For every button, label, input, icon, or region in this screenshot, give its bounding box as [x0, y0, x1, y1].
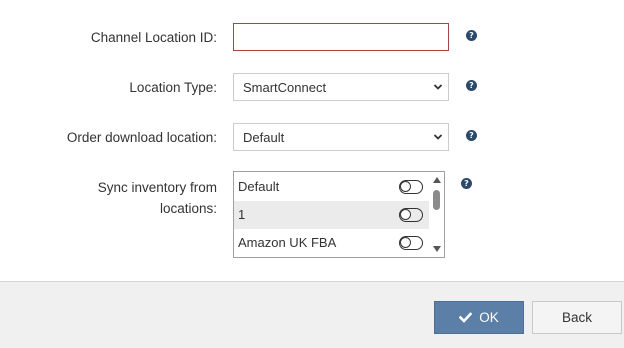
- channel-location-id-help-icon[interactable]: ?: [466, 30, 477, 41]
- sync-inventory-help-icon[interactable]: ?: [461, 178, 472, 189]
- order-download-location-help-icon[interactable]: ?: [466, 130, 477, 141]
- list-item-label: Amazon UK FBA: [238, 235, 337, 250]
- channel-location-id-input[interactable]: [233, 23, 449, 51]
- ok-button-label: OK: [479, 310, 499, 325]
- sync-toggle-1[interactable]: [399, 208, 423, 222]
- list-item-label: Default: [238, 179, 280, 194]
- back-button[interactable]: Back: [532, 301, 622, 334]
- chevron-down-icon: [433, 84, 443, 90]
- sync-inventory-label-line2: locations:: [159, 201, 217, 216]
- list-item-amazon-uk-fba[interactable]: Amazon UK FBA: [234, 229, 429, 257]
- sync-inventory-label: Sync inventory from locations:: [98, 177, 217, 219]
- scroll-down-arrow-icon[interactable]: [433, 246, 441, 252]
- sync-toggle-default[interactable]: [399, 180, 423, 194]
- form-area: Channel Location ID: ? Location Type: Sm…: [0, 0, 624, 281]
- ok-button[interactable]: OK: [434, 301, 524, 334]
- sync-inventory-listbox[interactable]: Default 1 Amazon UK FBA: [233, 171, 445, 258]
- order-download-location-label: Order download location:: [66, 130, 217, 145]
- list-item-1[interactable]: 1: [234, 201, 429, 229]
- listbox-scrollbar[interactable]: [429, 172, 444, 257]
- location-type-selected-value: SmartConnect: [243, 80, 327, 95]
- channel-location-id-label: Channel Location ID:: [90, 30, 217, 45]
- toggle-knob: [400, 237, 411, 248]
- location-type-select[interactable]: SmartConnect: [233, 73, 449, 101]
- location-type-help-icon[interactable]: ?: [466, 80, 477, 91]
- sync-inventory-label-line1: Sync inventory from: [97, 180, 217, 195]
- back-button-label: Back: [561, 310, 592, 325]
- chevron-down-icon: [433, 134, 443, 140]
- toggle-knob: [400, 181, 411, 192]
- order-download-location-select[interactable]: Default: [233, 123, 449, 151]
- toggle-knob: [400, 209, 411, 220]
- scroll-thumb[interactable]: [433, 190, 440, 210]
- list-item-label: 1: [238, 207, 246, 222]
- list-item-default[interactable]: Default: [234, 173, 429, 201]
- checkmark-icon: [459, 312, 473, 323]
- location-type-label: Location Type:: [129, 80, 217, 95]
- order-download-location-selected-value: Default: [243, 130, 285, 145]
- dialog-footer: OK Back: [0, 281, 624, 348]
- scroll-up-arrow-icon[interactable]: [433, 177, 441, 183]
- sync-toggle-amazon-uk-fba[interactable]: [399, 236, 423, 250]
